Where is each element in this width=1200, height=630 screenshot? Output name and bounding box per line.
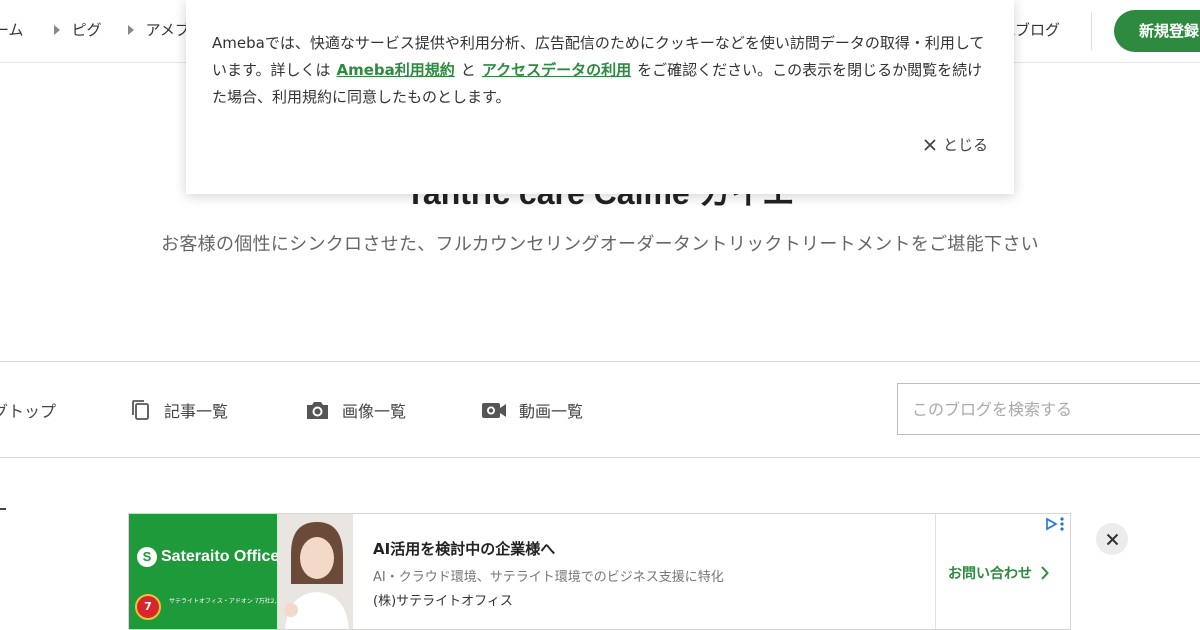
close-icon — [1106, 533, 1118, 545]
ad-person-photo — [277, 514, 353, 629]
ad-award-seal: 7 — [135, 594, 161, 620]
nav-link-home[interactable]: ーム — [0, 19, 24, 40]
blog-description: お客様の個性にシンクロさせた、フルカウンセリングオーダータントリックトリートメン… — [161, 234, 1039, 255]
video-icon — [481, 400, 507, 420]
blog-nav: グトップ 記事一覧 画像一覧 動画一覧 このブログを検索する — [0, 361, 1200, 458]
chevron-right-icon — [1040, 566, 1049, 580]
access-data-link[interactable]: アクセスデータの利用 — [482, 61, 631, 79]
nav-label: 記事一覧 — [164, 402, 229, 421]
content-edge-mark — [0, 508, 6, 510]
ad-image[interactable]: S Sateraito Office 7 サテライトオフィス・アドオン 7万社2… — [129, 514, 353, 629]
triangle-right-icon — [53, 24, 60, 35]
nav-link-label: ピグ — [71, 21, 102, 39]
ad-close-button[interactable] — [1096, 523, 1128, 555]
ad-cta-label: お問い合わせ — [948, 566, 1032, 582]
adchoices-icon[interactable] — [1044, 517, 1058, 531]
ad-description: AI・クラウド環境、サテライト環境でのビジネス支援に特化 — [373, 570, 724, 585]
page: ーム ピグ アメブ 気ブログ 新規登録 Tantric care Calme カ… — [0, 0, 1200, 630]
nav-label: 画像一覧 — [342, 402, 407, 421]
nav-image-list[interactable]: 画像一覧 — [305, 398, 406, 422]
close-label: とじる — [942, 136, 988, 154]
cookie-text-and: と — [460, 61, 476, 79]
ad-cta-area: お問い合わせ — [935, 514, 1070, 629]
ad-banner[interactable]: S Sateraito Office 7 サテライトオフィス・アドオン 7万社2… — [128, 513, 1071, 630]
close-icon — [924, 138, 936, 151]
cookie-close-button[interactable]: とじる — [924, 134, 988, 155]
ad-brand-name: Sateraito Office — [161, 548, 280, 565]
ad-contact-button[interactable]: お問い合わせ — [948, 563, 1049, 583]
nav-article-list[interactable]: 記事一覧 — [130, 398, 228, 422]
triangle-right-icon — [127, 24, 134, 35]
ad-title[interactable]: AI活用を検討中の企業様へ — [373, 538, 555, 559]
articles-icon — [130, 399, 152, 421]
ad-advertiser: (株)サテライトオフィス — [373, 594, 513, 609]
nav-label: グトップ — [0, 402, 57, 421]
nav-link-label: アメブ — [145, 21, 190, 39]
nav-link-pigg[interactable]: ピグ — [53, 19, 102, 40]
terms-link[interactable]: Ameba利用規約 — [337, 61, 455, 79]
global-nav: ーム ピグ アメブ — [0, 19, 216, 40]
cookie-message: Amebaでは、快適なサービス提供や利用分析、広告配信のためにクッキーなどを使い… — [212, 30, 988, 111]
blog-search-input[interactable] — [897, 383, 1200, 435]
brand-s-icon: S — [137, 547, 157, 567]
ad-brand-logo: S Sateraito Office — [137, 547, 279, 567]
nav-blog-top[interactable]: グトップ — [0, 398, 56, 422]
nav-link-ameba[interactable]: アメブ — [127, 19, 190, 40]
nav-label: 動画一覧 — [519, 402, 584, 421]
header-divider — [1091, 12, 1092, 50]
signup-button[interactable]: 新規登録 — [1114, 10, 1200, 52]
cookie-consent-popup: Amebaでは、快適なサービス提供や利用分析、広告配信のためにクッキーなどを使い… — [186, 0, 1014, 194]
more-options-icon[interactable] — [1058, 516, 1066, 532]
nav-link-label: ーム — [0, 21, 24, 39]
ad-choices[interactable] — [1044, 516, 1066, 532]
camera-icon — [305, 399, 330, 421]
nav-video-list[interactable]: 動画一覧 — [481, 398, 583, 422]
